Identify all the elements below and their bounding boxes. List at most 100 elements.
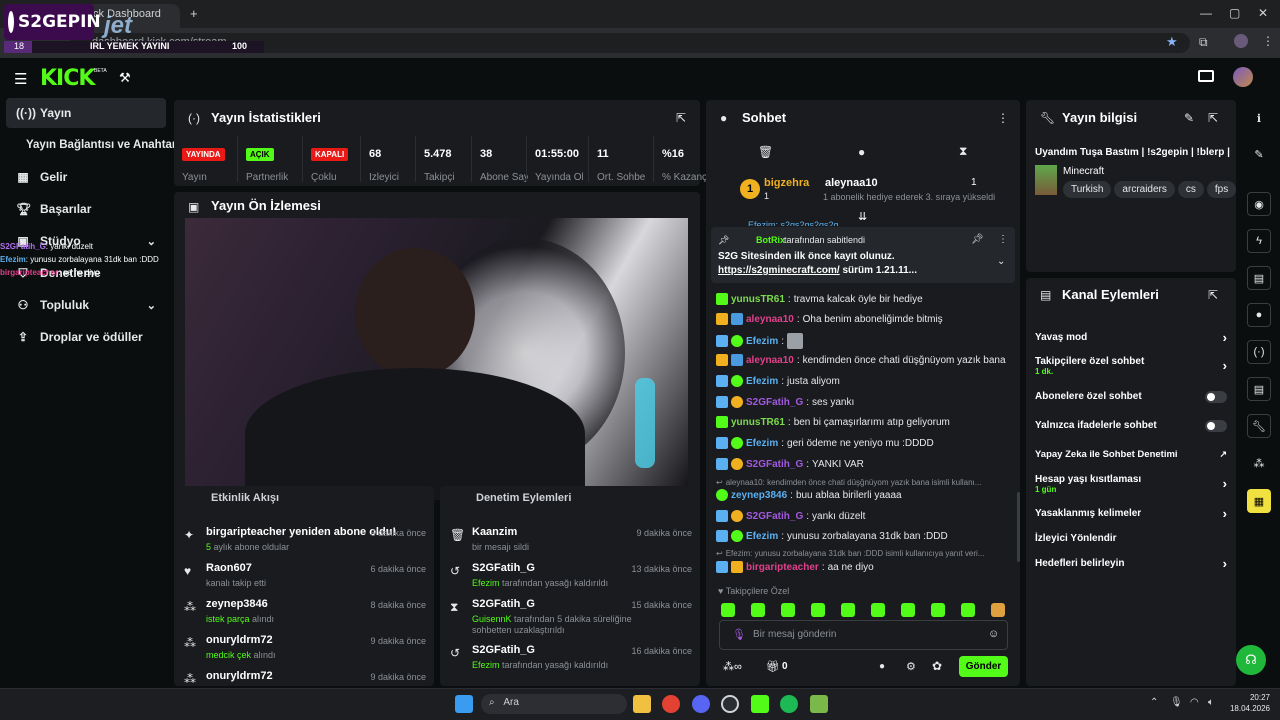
chat-user[interactable]: Efezim: [746, 438, 778, 449]
chat-message[interactable]: birgaripteacher: aa ne diyo: [716, 561, 1016, 573]
emote-icon[interactable]: [841, 603, 855, 617]
taskbar-clock[interactable]: 20:27 18.04.2026: [1224, 692, 1270, 714]
spotify-icon[interactable]: [780, 695, 798, 713]
scroll-down-icon[interactable]: ⇊: [858, 210, 867, 223]
hourglass-icon[interactable]: ⧗: [959, 144, 967, 159]
slow-mode-row[interactable]: Yavaş mod ›: [1035, 330, 1227, 345]
chat-scrollbar[interactable]: [1017, 492, 1020, 562]
lightning-icon[interactable]: ϟ: [1247, 229, 1271, 253]
broadcast-icon[interactable]: (·): [1247, 340, 1271, 364]
popout-icon[interactable]: ⇱: [1208, 111, 1218, 125]
followers-only-row[interactable]: Takipçilere özel sohbet 1 dk. ›: [1035, 356, 1227, 376]
maximize-icon[interactable]: ▢: [1229, 6, 1240, 20]
bookmark-star-icon[interactable]: ★: [1166, 34, 1178, 50]
sidebar-item-achievements[interactable]: 🏆︎ Başarılar: [6, 194, 166, 224]
close-icon[interactable]: ✕: [1258, 6, 1268, 20]
chat-message[interactable]: aleynaa10: kendimden önce chati düşğnüyom…: [716, 354, 1016, 366]
sticky-note-icon[interactable]: ▦: [1247, 489, 1271, 513]
chat-user[interactable]: birgaripteacher: [746, 562, 819, 573]
chat-message[interactable]: Efezim: yunusu zorbalayana 31dk ban :DDD: [716, 530, 1016, 542]
chat-bubble-icon[interactable]: ●: [879, 661, 885, 672]
extensions-icon[interactable]: ⧉: [1199, 35, 1208, 50]
discord-icon[interactable]: [692, 695, 710, 713]
pinned-menu-icon[interactable]: ⋮: [998, 234, 1008, 245]
user-avatar[interactable]: [1233, 67, 1253, 87]
chat-message[interactable]: S2GFatih_G: YANKI VAR: [716, 458, 1016, 470]
sidebar-item-drops[interactable]: ⇪ Droplar ve ödüller: [6, 322, 166, 352]
account-age-row[interactable]: Hesap yaşı kısıtlaması 1 gün ›: [1035, 474, 1227, 494]
emote-icon[interactable]: [961, 603, 975, 617]
browser-menu-icon[interactable]: ⋮: [1262, 34, 1274, 48]
chat-user[interactable]: yunusTR61: [731, 417, 785, 428]
emote-icon[interactable]: [751, 603, 765, 617]
chat-user[interactable]: aleynaa10: [746, 314, 794, 325]
unpin-icon[interactable]: 📌︎: [971, 234, 984, 245]
subscribers-only-toggle[interactable]: [1205, 391, 1227, 403]
camera-icon[interactable]: [1198, 70, 1214, 82]
kick-logo[interactable]: KICK: [40, 66, 95, 91]
chat-user[interactable]: S2GFatih_G: [746, 511, 803, 522]
new-tab-button[interactable]: +: [190, 6, 198, 21]
emote-icon[interactable]: [781, 603, 795, 617]
info-icon[interactable]: ℹ: [1247, 106, 1271, 130]
obs-icon[interactable]: [721, 695, 739, 713]
volume-icon[interactable]: 🔈︎: [1208, 697, 1214, 708]
chat-bubble-icon[interactable]: ●: [1247, 303, 1271, 327]
chat-message[interactable]: S2GFatih_G: ses yankı: [716, 396, 1016, 408]
taskbar-search[interactable]: ⌕ Ara: [481, 694, 627, 714]
emote-menu-icon[interactable]: ✿: [932, 659, 942, 673]
sidebar-item-stream-key[interactable]: Yayın Bağlantısı ve Anahtarı: [6, 130, 180, 160]
chat-message[interactable]: aleynaa10: Oha benim aboneliğimde bitmiş: [716, 313, 1016, 325]
tag-chip[interactable]: fps: [1206, 181, 1237, 198]
popout-icon[interactable]: ⇱: [676, 111, 686, 125]
minecraft-icon[interactable]: [810, 695, 828, 713]
raid-row[interactable]: İzleyici Yönlendir: [1035, 533, 1227, 544]
gear-icon[interactable]: ⚙: [906, 660, 916, 673]
emote-only-toggle[interactable]: [1205, 420, 1227, 432]
chat-user[interactable]: Efezim: [746, 336, 778, 347]
ai-moderation-row[interactable]: Yapay Zeka ile Sohbet Denetimi ↗: [1035, 449, 1227, 460]
chrome-icon[interactable]: [662, 695, 680, 713]
support-headset-icon[interactable]: ☊: [1236, 645, 1266, 675]
sidebar-item-community[interactable]: ⚇ Topluluk ⌄: [6, 290, 166, 320]
emote-icon[interactable]: [871, 603, 885, 617]
chat-user[interactable]: aleynaa10: [746, 355, 794, 366]
hamburger-menu-icon[interactable]: ☰: [14, 70, 27, 88]
chat-user[interactable]: zeynep3846: [731, 490, 787, 501]
chat-message[interactable]: Efezim: geri ödeme ne yeniyo mu :DDDD: [716, 437, 1016, 449]
chat-message[interactable]: Efezim: justa aliyom: [716, 375, 1016, 387]
goals-row[interactable]: Hedefleri belirleyin ›: [1035, 556, 1227, 571]
clipboard-icon[interactable]: ▤: [1247, 266, 1271, 290]
profile-avatar[interactable]: [1234, 34, 1248, 48]
mic-icon[interactable]: 🎙︎: [1170, 697, 1183, 708]
trash-icon[interactable]: 🗑︎: [758, 145, 773, 159]
pinned-link[interactable]: https://s2gminecraft.com/: [718, 265, 840, 276]
tag-chip[interactable]: arcraiders: [1114, 181, 1175, 198]
channel-actions-icon[interactable]: ▤: [1247, 377, 1271, 401]
emote-icon[interactable]: [931, 603, 945, 617]
edit-icon[interactable]: ✎: [1184, 111, 1194, 125]
tools-icon[interactable]: ⚒: [119, 70, 131, 86]
emote-icon[interactable]: [721, 603, 735, 617]
category-name[interactable]: Minecraft: [1063, 166, 1104, 177]
tag-chip[interactable]: cs: [1177, 181, 1204, 198]
tag-chip[interactable]: Turkish: [1063, 181, 1112, 198]
chat-user[interactable]: S2GFatih_G: [746, 397, 803, 408]
sidebar-item-stream[interactable]: ((·)) Yayın: [6, 98, 166, 128]
camera-icon[interactable]: ◉: [1247, 192, 1271, 216]
windows-start-icon[interactable]: [455, 695, 473, 713]
minimize-icon[interactable]: —: [1200, 6, 1212, 20]
emote-icon[interactable]: [811, 603, 825, 617]
wifi-icon[interactable]: ◠: [1190, 697, 1199, 708]
kick-app-icon[interactable]: [751, 695, 769, 713]
wrench-icon[interactable]: 🔧︎: [1247, 414, 1271, 438]
send-button[interactable]: Gönder: [959, 656, 1008, 677]
chat-user[interactable]: S2GFatih_G: [746, 459, 803, 470]
points-icon[interactable]: ⁂∞: [723, 660, 742, 673]
chat-message[interactable]: zeynep3846: buu ablaa birilerli yaaaa: [716, 489, 1016, 501]
chat-message[interactable]: yunusTR61: travma kalcak öyle bir hediye: [716, 293, 1016, 305]
points-icon[interactable]: ⁂: [1247, 451, 1271, 475]
chat-message[interactable]: Efezim:: [716, 333, 1016, 349]
sidebar-item-revenue[interactable]: ▦ Gelir: [6, 162, 166, 192]
chat-user[interactable]: Efezim: [746, 376, 778, 387]
